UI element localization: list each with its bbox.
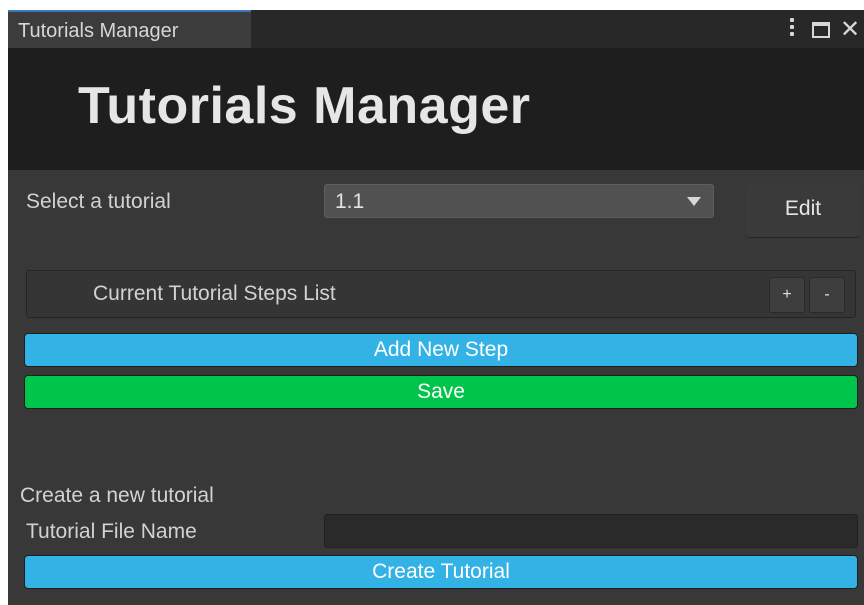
chevron-down-icon bbox=[687, 197, 701, 206]
header-banner: Tutorials Manager bbox=[8, 48, 864, 170]
kebab-menu-icon[interactable] bbox=[784, 18, 800, 38]
tutorial-dropdown-value: 1.1 bbox=[335, 190, 365, 213]
tab-label: Tutorials Manager bbox=[18, 20, 179, 42]
add-new-step-button[interactable]: Add New Step bbox=[24, 333, 858, 367]
save-button[interactable]: Save bbox=[24, 375, 858, 409]
tab-tutorials-manager[interactable]: Tutorials Manager bbox=[8, 10, 251, 48]
tutorial-file-name-input[interactable] bbox=[324, 514, 858, 548]
tab-strip: Tutorials Manager ✕ bbox=[8, 10, 864, 48]
create-tutorial-button[interactable]: Create Tutorial bbox=[24, 555, 858, 589]
tutorial-file-name-label: Tutorial File Name bbox=[26, 520, 197, 543]
editor-window: Tutorials Manager ✕ Tutorials Manager Se… bbox=[8, 10, 864, 605]
add-step-plus-button[interactable]: + bbox=[769, 277, 805, 313]
select-tutorial-label: Select a tutorial bbox=[26, 190, 171, 213]
tutorial-dropdown[interactable]: 1.1 bbox=[324, 184, 714, 218]
remove-step-minus-button[interactable]: - bbox=[809, 277, 845, 313]
page-title: Tutorials Manager bbox=[78, 77, 531, 135]
maximize-icon[interactable] bbox=[812, 22, 830, 38]
create-tutorial-section-label: Create a new tutorial bbox=[20, 484, 214, 507]
window-controls: ✕ bbox=[784, 10, 864, 48]
edit-button[interactable]: Edit bbox=[746, 184, 860, 238]
close-icon[interactable]: ✕ bbox=[840, 17, 862, 41]
steps-list-header: Current Tutorial Steps List + - bbox=[26, 270, 856, 318]
steps-list-title: Current Tutorial Steps List bbox=[93, 282, 336, 305]
